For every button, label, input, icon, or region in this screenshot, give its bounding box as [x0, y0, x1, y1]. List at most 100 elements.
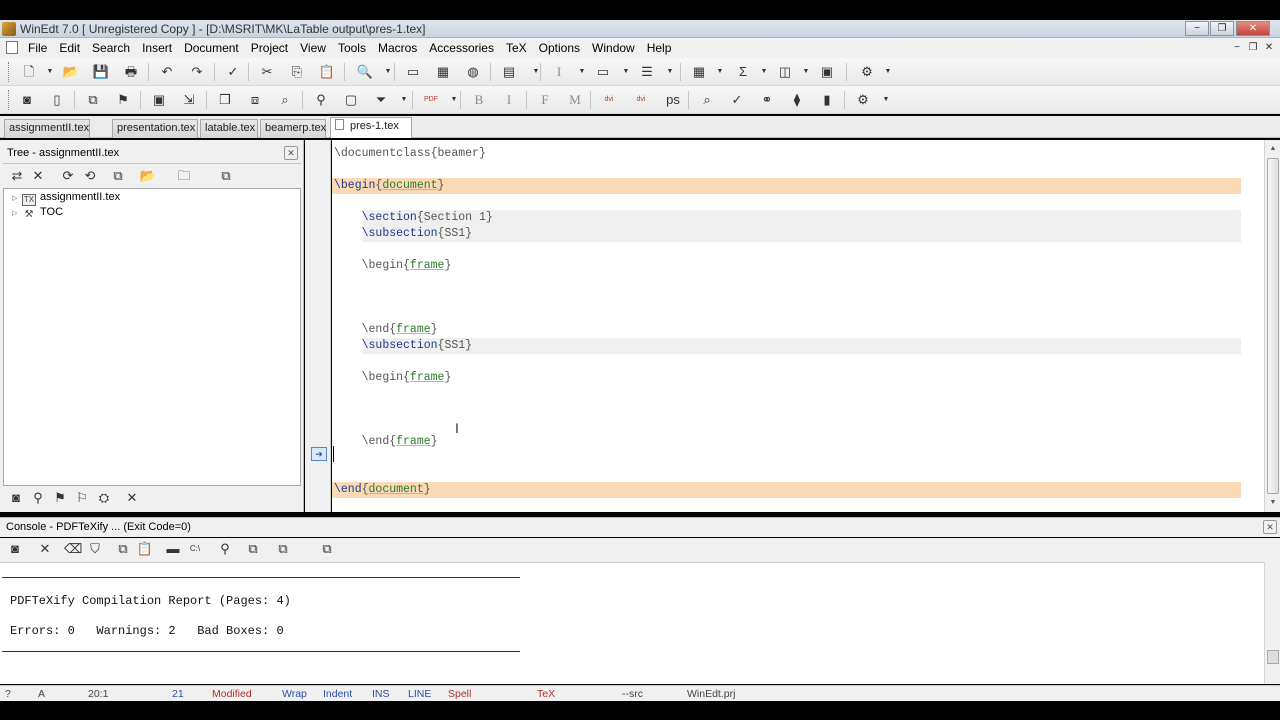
tree-tools-button-8[interactable]: ⧉ [217, 167, 235, 185]
scrollbar-thumb[interactable] [1267, 650, 1279, 664]
code-line[interactable]: \end{document} [334, 482, 431, 498]
menu-tools[interactable]: Tools [338, 41, 372, 55]
console-tools-button-6[interactable]: 📋 [136, 540, 154, 558]
status-project[interactable]: WinEdt.prj [687, 688, 735, 700]
dropdown-arrow-icon[interactable]: ▼ [578, 63, 586, 81]
console-tools-button-11[interactable]: ⧉ [274, 540, 292, 558]
status-tex-mode[interactable]: TeX [537, 688, 555, 700]
math-icon[interactable]: ◫ [776, 63, 794, 81]
menu-options[interactable]: Options [539, 41, 586, 55]
code-line[interactable]: \begin{document} [334, 178, 444, 194]
minimize-button[interactable]: − [1185, 21, 1209, 36]
console-tools-button-12[interactable]: ⧉ [318, 540, 336, 558]
menu-accessories[interactable]: Accessories [429, 41, 500, 55]
console-tools-button-4[interactable]: ⛉ [86, 540, 104, 558]
dropdown-arrow-icon[interactable]: ▼ [882, 91, 890, 109]
dropdown-arrow-icon[interactable]: ▼ [884, 63, 892, 81]
tree-item-assignmentii[interactable]: ▷ TX assignmentII.tex [12, 191, 120, 206]
dvi-pdf-icon[interactable]: dvi [600, 91, 618, 109]
page-icon[interactable]: ▯ [48, 91, 66, 109]
code-line[interactable]: \section{Section 1} [334, 210, 493, 226]
status-indent[interactable]: Indent [323, 688, 352, 700]
status-help[interactable]: ? [5, 688, 11, 700]
scroll-up-icon[interactable]: ▲ [1267, 142, 1279, 156]
tab-latable[interactable]: latable.tex [200, 119, 258, 138]
italic-text-icon[interactable]: I [500, 91, 518, 109]
tree-bottom-button-3[interactable]: ⚑ [51, 489, 69, 507]
code-line[interactable]: \subsection{SS1} [334, 226, 472, 242]
console-tools-button-9[interactable]: ⚲ [216, 540, 234, 558]
macro-icon[interactable]: ⚙ [858, 63, 876, 81]
status-mode[interactable]: A [38, 688, 45, 700]
export-icon[interactable]: ⇲ [180, 91, 198, 109]
save-icon[interactable]: 💾 [92, 63, 110, 81]
print-icon[interactable]: 🖶 [122, 63, 140, 81]
bold-icon[interactable]: B [470, 91, 488, 109]
mdi-restore-button[interactable]: ❐ [1246, 41, 1260, 54]
code-line[interactable]: \begin{frame} [334, 258, 452, 274]
status-wrap[interactable]: Wrap [282, 688, 307, 700]
list-icon[interactable]: ▭ [594, 63, 612, 81]
view-icon[interactable]: ✓ [728, 91, 746, 109]
acrobat-icon[interactable]: ⧫ [788, 91, 806, 109]
tree-item-toc[interactable]: ▷ ⚒ TOC [12, 206, 63, 221]
close-console-button[interactable]: ✕ [1263, 520, 1277, 534]
scrollbar-thumb[interactable] [1267, 158, 1279, 494]
toolbar-grip[interactable] [8, 90, 11, 110]
document-icon[interactable]: ▤ [500, 63, 518, 81]
toolbar-grip[interactable] [8, 62, 11, 82]
status-modified[interactable]: Modified [212, 688, 252, 700]
code-line[interactable]: \documentclass{beamer} [334, 146, 486, 162]
console-tools-button-5[interactable]: ⧉ [114, 540, 132, 558]
dropdown-arrow-icon[interactable]: ▼ [716, 63, 724, 81]
menu-project[interactable]: Project [251, 41, 294, 55]
console-vertical-scrollbar[interactable] [1264, 562, 1280, 684]
run-icon[interactable]: ⚲ [312, 91, 330, 109]
font-f-icon[interactable]: F [536, 91, 554, 109]
menu-insert[interactable]: Insert [142, 41, 178, 55]
dropdown-arrow-icon[interactable]: ▼ [400, 91, 408, 109]
new-icon[interactable]: 🗋 [20, 63, 38, 81]
menu-file[interactable]: File [28, 41, 53, 55]
tab-presentation[interactable]: presentation.tex [112, 119, 198, 138]
code-line[interactable]: \begin{frame} [334, 370, 452, 386]
menu-search[interactable]: Search [92, 41, 136, 55]
status-cursor-position[interactable]: 20:1 [88, 688, 108, 700]
cube-icon[interactable]: ❒ [216, 91, 234, 109]
undo-icon[interactable]: ↶ [158, 63, 176, 81]
status-line-mode[interactable]: LINE [408, 688, 431, 700]
close-button[interactable]: ✕ [1236, 21, 1270, 36]
pdf-icon[interactable]: ▮ [818, 91, 836, 109]
filter-icon[interactable]: ⏷ [372, 91, 390, 109]
cut-icon[interactable]: ✂ [258, 63, 276, 81]
close-tree-panel-button[interactable]: ✕ [284, 146, 298, 160]
dropdown-arrow-icon[interactable]: ▼ [802, 63, 810, 81]
status-line-count[interactable]: 21 [172, 688, 184, 700]
redo-icon[interactable]: ↷ [188, 63, 206, 81]
tab-assignmentii[interactable]: assignmentII.tex [4, 119, 90, 138]
mdi-minimize-button[interactable]: − [1230, 41, 1244, 54]
dropdown-arrow-icon[interactable]: ▼ [622, 63, 630, 81]
code-line[interactable]: \end{frame} [334, 434, 438, 450]
menu-macros[interactable]: Macros [378, 41, 423, 55]
console-tools-button-10[interactable]: ⧉ [244, 540, 262, 558]
ps-pdf-icon[interactable]: ps [664, 91, 682, 109]
console-output[interactable]: PDFTeXify Compilation Report (Pages: 4) … [0, 562, 1264, 684]
console-tools-button-3[interactable]: ⌫ [64, 540, 82, 558]
code-editor[interactable]: I \documentclass{beamer} \begin{document}… [332, 140, 1264, 512]
image-icon[interactable]: ▭ [404, 63, 422, 81]
sum-icon[interactable]: Σ [734, 63, 752, 81]
code-line[interactable]: \end{frame} [334, 322, 438, 338]
dropdown-arrow-icon[interactable]: ▼ [760, 63, 768, 81]
menu-help[interactable]: Help [647, 41, 678, 55]
console-tools-button-7[interactable]: ▬ [164, 540, 182, 558]
font-m-icon[interactable]: M [566, 91, 584, 109]
status-spell[interactable]: Spell [448, 688, 471, 700]
tree-tools-button-7[interactable]: 🗀 [175, 167, 193, 185]
window-icon[interactable]: ▢ [342, 91, 360, 109]
tree-tools-button-2[interactable]: ✕ [29, 167, 47, 185]
bibtex-icon[interactable]: ⚭ [758, 91, 776, 109]
console-tools-button-1[interactable]: ◙ [6, 540, 24, 558]
tree-bottom-button-5[interactable]: ⛭ [95, 489, 113, 507]
zoom-icon[interactable]: ⌕ [276, 91, 294, 109]
